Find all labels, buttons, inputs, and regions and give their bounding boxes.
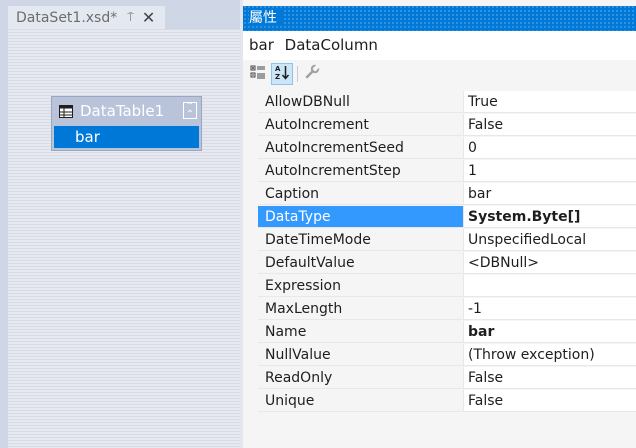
property-row-maxlength[interactable]: MaxLength -1 — [243, 298, 636, 321]
property-value[interactable]: False — [463, 390, 636, 412]
property-name[interactable]: Unique — [258, 390, 463, 412]
property-value[interactable]: bar — [463, 183, 636, 205]
document-tab[interactable]: DataSet1.xsd* ⍑ ✕ — [8, 6, 165, 29]
object-name: bar — [249, 36, 274, 54]
property-name[interactable]: ReadOnly — [258, 367, 463, 389]
property-value[interactable]: 1 — [463, 160, 636, 182]
categorized-icon — [250, 64, 266, 84]
property-name[interactable]: AllowDBNull — [258, 91, 463, 113]
properties-window: 屬性 bar DataColumn A Z AllowDBNull True A… — [243, 0, 636, 448]
property-row-allowdbnull[interactable]: AllowDBNull True — [243, 91, 636, 114]
property-name[interactable]: DataType — [258, 206, 463, 228]
document-tab-title[interactable]: DataSet1.xsd* — [16, 10, 117, 26]
properties-toolbar: A Z — [243, 60, 636, 90]
property-value[interactable]: 0 — [463, 137, 636, 159]
object-type: DataColumn — [284, 36, 378, 54]
property-value[interactable]: True — [463, 91, 636, 113]
property-name[interactable]: AutoIncrementStep — [258, 160, 463, 182]
property-name[interactable]: Name — [258, 321, 463, 343]
property-name[interactable]: MaxLength — [258, 298, 463, 320]
property-row-autoincrementstep[interactable]: AutoIncrementStep 1 — [243, 160, 636, 183]
property-name[interactable]: DefaultValue — [258, 252, 463, 274]
property-row-autoincrementseed[interactable]: AutoIncrementSeed 0 — [243, 137, 636, 160]
property-value[interactable]: -1 — [463, 298, 636, 320]
svg-text:A: A — [275, 65, 281, 73]
svg-text:Z: Z — [275, 73, 280, 80]
property-row-defaultvalue[interactable]: DefaultValue <DBNull> — [243, 252, 636, 275]
properties-title: 屬性 — [249, 10, 283, 26]
categorized-button[interactable] — [247, 63, 269, 85]
collapse-icon[interactable]: ⌃ ⌃ — [183, 102, 197, 120]
property-row-readonly[interactable]: ReadOnly False — [243, 367, 636, 390]
property-name[interactable]: NullValue — [258, 344, 463, 366]
property-row-nullvalue[interactable]: NullValue (Throw exception) — [243, 344, 636, 367]
property-name[interactable]: AutoIncrementSeed — [258, 137, 463, 159]
properties-titlebar[interactable]: 屬性 — [243, 6, 636, 31]
property-value[interactable]: (Throw exception) — [463, 344, 636, 366]
wrench-icon — [304, 64, 320, 84]
property-value[interactable]: UnspecifiedLocal — [463, 229, 636, 251]
property-grid: AllowDBNull True AutoIncrement False AutoInc… — [243, 91, 636, 413]
property-row-name[interactable]: Name bar — [243, 321, 636, 344]
property-row-datetimemode[interactable]: DateTimeMode UnspecifiedLocal — [243, 229, 636, 252]
property-name[interactable]: AutoIncrement — [258, 114, 463, 136]
datatable-box[interactable]: DataTable1 ⌃ ⌃ bar — [51, 96, 202, 151]
property-pages-button[interactable] — [301, 63, 323, 85]
dataset-designer-pane: DataSet1.xsd* ⍑ ✕ DataTable1 ⌃ ⌃ bar — [0, 0, 240, 448]
property-row-caption[interactable]: Caption bar — [243, 183, 636, 206]
property-value[interactable] — [463, 275, 636, 297]
alphabetical-button[interactable]: A Z — [271, 63, 293, 85]
datatable-icon — [58, 103, 74, 119]
property-name[interactable]: DateTimeMode — [258, 229, 463, 251]
datatable-column-row[interactable]: bar — [54, 126, 199, 148]
close-icon[interactable]: ✕ — [142, 8, 155, 27]
property-row-datatype[interactable]: DataType System.Byte[] — [243, 206, 636, 229]
object-selector[interactable]: bar DataColumn — [243, 31, 636, 60]
pin-icon[interactable]: ⍑ — [127, 11, 134, 25]
property-value[interactable]: <DBNull> — [463, 252, 636, 274]
property-row-unique[interactable]: Unique False — [243, 390, 636, 413]
property-row-autoincrement[interactable]: AutoIncrement False — [243, 114, 636, 137]
datatable-title: DataTable1 — [80, 102, 165, 120]
property-row-expression[interactable]: Expression — [243, 275, 636, 298]
property-name[interactable]: Caption — [258, 183, 463, 205]
property-name[interactable]: Expression — [258, 275, 463, 297]
property-value[interactable]: False — [463, 114, 636, 136]
property-value[interactable]: System.Byte[] — [463, 206, 636, 228]
toolbar-separator — [297, 66, 298, 82]
alphabetical-icon: A Z — [274, 64, 290, 84]
datatable-header[interactable]: DataTable1 ⌃ ⌃ — [52, 97, 201, 125]
property-value[interactable]: bar — [463, 321, 636, 343]
property-value[interactable]: False — [463, 367, 636, 389]
designer-surface[interactable]: DataTable1 ⌃ ⌃ bar — [8, 29, 240, 448]
